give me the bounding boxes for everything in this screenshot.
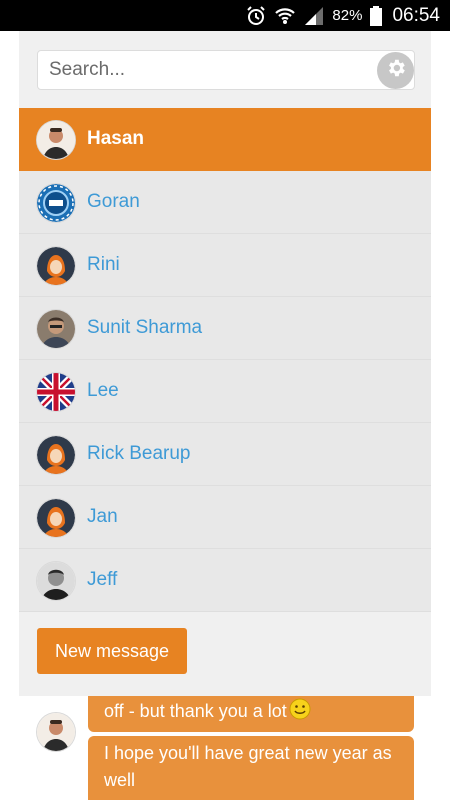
contact-item-rini[interactable]: Rini	[19, 234, 431, 297]
contacts-panel: Hasan Goran Rini Sunit Sharma Lee	[19, 31, 431, 696]
contact-item-sunit-sharma[interactable]: Sunit Sharma	[19, 297, 431, 360]
gear-icon	[385, 57, 407, 84]
contact-list: Hasan Goran Rini Sunit Sharma Lee Rick B…	[19, 108, 431, 612]
avatar	[37, 121, 75, 159]
clock: 06:54	[392, 4, 440, 26]
alarm-icon	[246, 5, 266, 26]
avatar	[37, 562, 75, 600]
avatar	[37, 373, 75, 411]
contact-item-jan[interactable]: Jan	[19, 486, 431, 549]
contact-item-rick-bearup[interactable]: Rick Bearup	[19, 423, 431, 486]
message-bubble: off - but thank you a lot	[88, 696, 414, 732]
chat-area: off - but thank you a lot I hope you'll …	[0, 696, 450, 800]
contact-name: Rini	[87, 254, 120, 275]
avatar	[37, 184, 75, 222]
message-text: I hope you'll have great new year as wel…	[104, 743, 392, 790]
message-bubble: I hope you'll have great new year as wel…	[88, 736, 414, 800]
new-message-button[interactable]: New message	[37, 628, 187, 674]
contact-item-jeff[interactable]: Jeff	[19, 549, 431, 612]
battery-percent: 82%	[332, 7, 363, 24]
contact-name: Goran	[87, 191, 140, 212]
search-input[interactable]	[38, 51, 368, 89]
signal-icon	[304, 6, 324, 26]
contact-item-hasan[interactable]: Hasan	[19, 108, 431, 171]
contact-item-goran[interactable]: Goran	[19, 171, 431, 234]
status-bar: 82% 06:54	[0, 0, 450, 31]
contact-name: Rick Bearup	[87, 443, 191, 464]
smiley-icon	[289, 698, 311, 728]
contact-name: Jeff	[87, 569, 118, 590]
avatar	[37, 713, 75, 751]
avatar	[37, 247, 75, 285]
wifi-icon	[274, 5, 296, 27]
settings-button[interactable]	[377, 52, 414, 89]
contact-item-lee[interactable]: Lee	[19, 360, 431, 423]
contact-name: Jan	[87, 506, 118, 527]
search-box	[37, 50, 415, 90]
avatar	[37, 436, 75, 474]
contact-name: Sunit Sharma	[87, 317, 203, 338]
contact-name: Lee	[87, 380, 119, 401]
message-text: off - but thank you a lot	[104, 701, 287, 721]
avatar	[37, 310, 75, 348]
battery-icon	[370, 5, 383, 26]
contact-name: Hasan	[87, 128, 145, 149]
avatar	[37, 499, 75, 537]
